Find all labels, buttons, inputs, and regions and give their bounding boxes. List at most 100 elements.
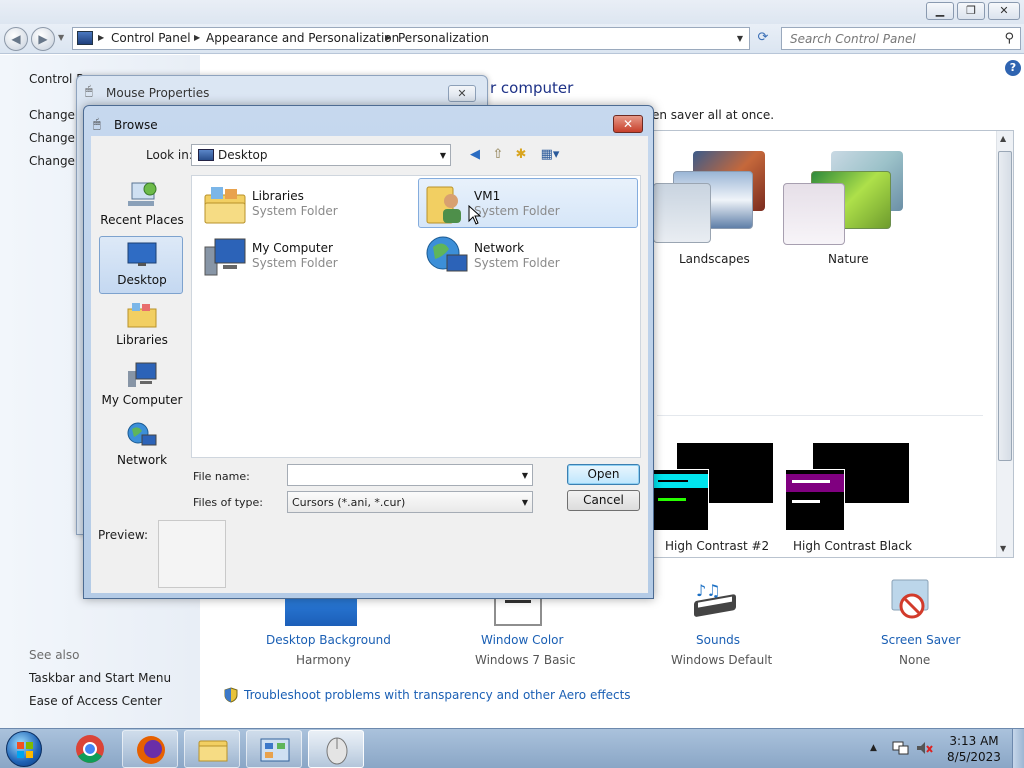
place-desktop[interactable]: Desktop: [99, 236, 183, 294]
preview-label: Preview:: [98, 528, 149, 542]
file-type: System Folder: [474, 204, 560, 218]
taskbar-chrome[interactable]: [62, 730, 118, 768]
volume-muted-icon[interactable]: [915, 740, 933, 756]
sidebar-item-change-1[interactable]: Change: [29, 108, 75, 122]
close-button[interactable]: ✕: [613, 115, 643, 133]
mouse-pointer-icon: [468, 205, 482, 225]
close-button[interactable]: ✕: [448, 85, 476, 102]
theme-label: High Contrast #2: [665, 539, 770, 553]
show-desktop-button[interactable]: [1012, 729, 1024, 768]
list-item-my-computer[interactable]: My Computer System Folder: [196, 230, 416, 280]
refresh-icon[interactable]: ⟳: [753, 30, 773, 48]
chevron-down-icon[interactable]: ▼: [440, 151, 446, 160]
breadcrumb-appearance[interactable]: Appearance and Personalization: [206, 31, 399, 45]
desktop-background-icon[interactable]: [285, 598, 357, 626]
clock-date[interactable]: 8/5/2023: [944, 750, 1004, 764]
scroll-thumb[interactable]: [998, 151, 1012, 461]
scroll-up-icon[interactable]: ▲: [1000, 134, 1006, 143]
section-divider: [657, 415, 983, 416]
mouse-icon: 🖱: [85, 84, 93, 99]
taskbar-explorer[interactable]: [184, 730, 240, 768]
taskbar-mouse-properties[interactable]: [308, 730, 364, 768]
screen-saver-link[interactable]: Screen Saver: [881, 633, 960, 647]
window-color-link[interactable]: Window Color: [481, 633, 563, 647]
show-hidden-icons-icon[interactable]: ▲: [870, 743, 877, 753]
help-icon[interactable]: ?: [1005, 60, 1021, 76]
look-in-value: Desktop: [218, 148, 268, 162]
back-icon[interactable]: ◀: [465, 145, 485, 165]
page-subtitle: en saver all at once.: [652, 108, 775, 122]
ease-of-access-link[interactable]: Ease of Access Center: [29, 694, 162, 708]
sounds-icon[interactable]: ♪♫: [690, 578, 740, 626]
breadcrumb-control-panel[interactable]: Control Panel: [111, 31, 191, 45]
chevron-down-icon[interactable]: ▼: [522, 498, 528, 507]
file-name-input[interactable]: ▼: [287, 464, 533, 486]
theme-high-contrast-black[interactable]: High Contrast Black: [783, 441, 923, 557]
minimize-button[interactable]: ▁: [926, 2, 954, 20]
taskbar-control-panel[interactable]: [246, 730, 302, 768]
nature-glass-thumbnail: [783, 183, 845, 245]
place-label: My Computer: [101, 393, 183, 407]
sounds-link[interactable]: Sounds: [696, 633, 740, 647]
view-menu-icon[interactable]: ▦▾: [537, 145, 563, 165]
start-button[interactable]: [6, 731, 42, 767]
taskbar-firefox[interactable]: [122, 730, 178, 768]
list-item-network[interactable]: Network System Folder: [418, 230, 638, 280]
network-tray-icon[interactable]: [891, 740, 909, 756]
place-recent-places[interactable]: Recent Places: [99, 176, 184, 234]
mouse-icon: 🖱: [93, 117, 101, 132]
back-button[interactable]: ◀: [4, 27, 28, 51]
desktop-background-value: Harmony: [296, 653, 351, 667]
themes-scrollbar[interactable]: ▲ ▼: [996, 131, 1013, 557]
themes-list: Landscapes Nature High Contrast #2 High …: [652, 130, 1014, 558]
window-color-icon[interactable]: [494, 598, 542, 626]
window-color-value: Windows 7 Basic: [475, 653, 576, 667]
explorer-icon: [198, 740, 228, 762]
recent-pages-dropdown[interactable]: ▼: [58, 33, 64, 42]
network-icon: [127, 422, 157, 446]
taskbar-start-menu-link[interactable]: Taskbar and Start Menu: [29, 671, 171, 685]
landscapes-glass-thumbnail: [653, 183, 711, 243]
new-folder-icon[interactable]: ✱: [511, 145, 531, 165]
sidebar-item-change-3[interactable]: Change: [29, 154, 75, 168]
forward-button[interactable]: ▶: [31, 27, 55, 51]
close-button[interactable]: ✕: [988, 2, 1020, 20]
network-icon: [426, 236, 468, 272]
breadcrumb-personalization[interactable]: Personalization: [398, 31, 489, 45]
place-libraries[interactable]: Libraries: [99, 296, 183, 354]
desktop-icon: [198, 149, 214, 161]
search-icon[interactable]: ⚲: [1004, 31, 1014, 46]
clock-time[interactable]: 3:13 AM: [944, 734, 1004, 748]
breadcrumb-separator[interactable]: ▶: [98, 33, 104, 42]
theme-landscapes[interactable]: Landscapes: [653, 131, 773, 271]
address-dropdown-icon[interactable]: ▼: [737, 34, 743, 43]
scroll-down-icon[interactable]: ▼: [1000, 544, 1006, 553]
files-of-type-dropdown[interactable]: Cursors (*.ani, *.cur) ▼: [287, 491, 533, 513]
troubleshoot-aero-link[interactable]: Troubleshoot problems with transparency …: [244, 688, 631, 702]
search-input[interactable]: Search Control Panel ⚲: [781, 27, 1021, 50]
theme-label: High Contrast Black: [793, 539, 912, 553]
file-name: Libraries: [252, 189, 304, 203]
place-my-computer[interactable]: My Computer: [99, 356, 183, 414]
cancel-button[interactable]: Cancel: [567, 490, 640, 511]
file-type: System Folder: [474, 256, 560, 270]
up-folder-icon[interactable]: ⇧: [488, 145, 508, 165]
browse-dialog: 🖱 Browse ✕ Look in: Desktop ▼ ◀ ⇧ ✱ ▦▾ R…: [83, 105, 654, 599]
chrome-icon: [76, 735, 104, 763]
restore-button[interactable]: ❐: [957, 2, 985, 20]
screen-saver-icon[interactable]: [888, 578, 936, 626]
list-item-libraries[interactable]: Libraries System Folder: [196, 178, 416, 228]
theme-nature[interactable]: Nature: [783, 131, 923, 271]
file-name: My Computer: [252, 241, 333, 255]
place-network[interactable]: Network: [99, 416, 183, 474]
breadcrumb-separator[interactable]: ▶: [385, 33, 391, 42]
breadcrumb-separator[interactable]: ▶: [194, 33, 200, 42]
open-button[interactable]: Open: [567, 464, 640, 485]
desktop-background-link[interactable]: Desktop Background: [266, 633, 391, 647]
sidebar-item-change-2[interactable]: Change: [29, 131, 75, 145]
chevron-down-icon[interactable]: ▼: [522, 471, 528, 480]
theme-high-contrast-2[interactable]: High Contrast #2: [653, 441, 783, 557]
address-bar[interactable]: ▶ Control Panel ▶ Appearance and Persona…: [72, 27, 750, 50]
look-in-dropdown[interactable]: Desktop ▼: [191, 144, 451, 166]
list-item-vm1[interactable]: VM1 System Folder: [418, 178, 638, 228]
